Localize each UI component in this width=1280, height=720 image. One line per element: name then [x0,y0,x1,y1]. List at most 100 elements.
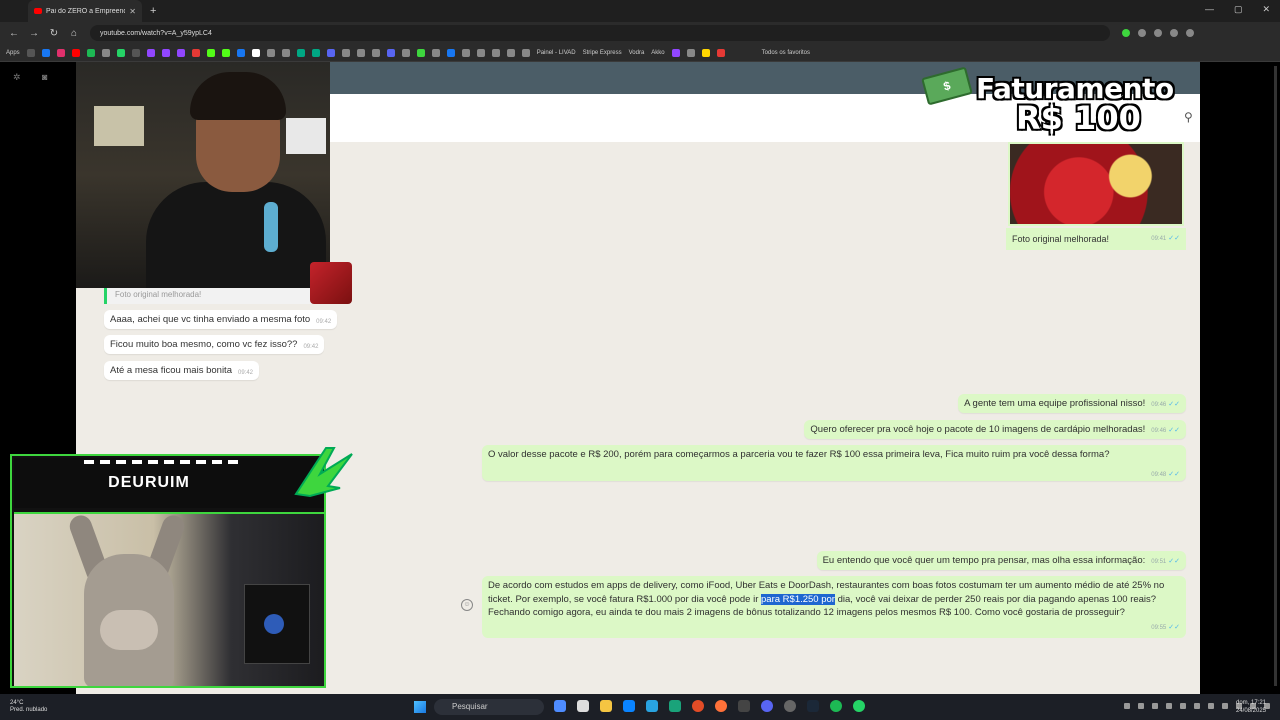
new-tab-button[interactable]: + [150,5,156,17]
bookmark-painel[interactable]: Painel - LIVAD [537,50,576,56]
bookmark-vodra[interactable]: Vodra [629,50,645,56]
tray-icon[interactable] [1194,703,1200,709]
bookmark-icon[interactable] [206,48,215,57]
taskbar-clock[interactable]: dom, 17:21 24/08/2025 [1236,699,1266,715]
app-icon[interactable] [646,700,658,712]
bookmark-icon[interactable] [491,48,500,57]
bookmark-icon[interactable] [101,48,110,57]
bookmark-icon[interactable] [416,48,425,57]
bookmark-icon[interactable] [56,48,65,57]
tray-icon[interactable] [1180,703,1186,709]
app-icon[interactable] [784,700,796,712]
close-tab-icon[interactable]: ✕ [129,7,136,16]
bookmark-icon[interactable] [296,48,305,57]
search-icon[interactable]: ⚲ [1184,110,1193,124]
taskbar-search-input[interactable]: Pesquisar [434,699,544,715]
bookmark-icon[interactable] [461,48,470,57]
bookmark-icon[interactable] [386,48,395,57]
tray-icon[interactable] [1222,703,1228,709]
app-icon[interactable] [577,700,589,712]
bookmark-icon[interactable] [266,48,275,57]
bookmark-icon[interactable] [686,48,695,57]
bookmark-icon[interactable] [401,48,410,57]
bookmark-icon[interactable] [476,48,485,57]
bookmark-icon[interactable] [41,48,50,57]
edge-icon[interactable] [669,700,681,712]
bookmark-icon[interactable] [191,48,200,57]
bookmark-akko[interactable]: Akko [651,50,664,56]
extension-icon[interactable] [1154,29,1162,37]
bookmark-icon[interactable] [701,48,710,57]
reload-icon[interactable]: ↻ [48,28,60,39]
bookmark-all[interactable]: Todos os favoritos [762,50,810,56]
maximize-icon[interactable]: ▢ [1234,4,1243,15]
discord-icon[interactable] [761,700,773,712]
incoming-message: Ficou muito boa mesmo, como vc fez isso?… [104,335,325,354]
selected-text[interactable]: para R$1.250 por [761,593,835,605]
bookmark-icon[interactable] [236,48,245,57]
bookmark-icon[interactable] [446,48,455,57]
extension-icon[interactable] [1138,29,1146,37]
extension-icon[interactable] [1122,29,1130,37]
browser-tab[interactable]: Pai do ZERO a Empreended ✕ [28,0,142,22]
message-text: Foto original melhorada! [1012,234,1110,244]
chrome-icon[interactable] [692,700,704,712]
emoji-reaction-icon[interactable]: ☺ [461,599,473,611]
bookmark-icon[interactable] [506,48,515,57]
bookmark-icon[interactable] [86,48,95,57]
bookmark-icon[interactable] [131,48,140,57]
bookmark-icon[interactable] [251,48,260,57]
bookmark-icon[interactable] [716,48,725,57]
weather-widget[interactable]: 24°C Pred. nublado [10,700,47,714]
start-icon[interactable] [414,701,426,713]
photo-thumbnail[interactable] [310,262,352,304]
bookmark-icon[interactable] [281,48,290,57]
bookmark-icon[interactable] [326,48,335,57]
home-icon[interactable]: ⌂ [68,28,80,39]
bookmark-icon[interactable] [176,48,185,57]
person-hair [190,72,286,120]
bookmark-icon[interactable] [26,48,35,57]
bookmark-icon[interactable] [311,48,320,57]
folder-icon[interactable] [600,700,612,712]
app-icon[interactable] [623,700,635,712]
streamer-frame: DEURUIM [10,454,326,688]
tray-icon[interactable] [1138,703,1144,709]
bookmark-icon[interactable] [341,48,350,57]
extension-icon[interactable] [1170,29,1178,37]
tray-icon[interactable] [1124,703,1130,709]
magic-icon[interactable]: ✲ [13,72,21,83]
forward-icon[interactable]: → [28,28,40,39]
app-icon[interactable] [554,700,566,712]
bookmark-stripe[interactable]: Stripe Express [583,50,622,56]
steam-icon[interactable] [807,700,819,712]
message-time: 09:42 [316,319,332,325]
bookmark-icon[interactable] [371,48,380,57]
tray-icon[interactable] [1166,703,1172,709]
bookmark-icon[interactable] [146,48,155,57]
firefox-icon[interactable] [715,700,727,712]
whatsapp-icon[interactable] [853,700,865,712]
close-window-icon[interactable]: ✕ [1262,4,1270,15]
bookmark-icon[interactable] [671,48,680,57]
bookmark-icon[interactable] [161,48,170,57]
spotify-icon[interactable] [830,700,842,712]
bookmark-icon[interactable] [116,48,125,57]
photo-message-image[interactable] [1008,142,1184,226]
url-input[interactable]: youtube.com/watch?v=A_y59ypLC4 [90,25,1110,41]
bookmark-icon[interactable] [521,48,530,57]
app-icon[interactable] [738,700,750,712]
back-icon[interactable]: ← [8,28,20,39]
tray-icon[interactable] [1208,703,1214,709]
profile-icon[interactable] [1186,29,1194,37]
bookmark-apps[interactable]: Apps [6,50,20,56]
window-controls: — ▢ ✕ [1205,4,1270,15]
bookmark-icon[interactable] [431,48,440,57]
bookmark-icon[interactable] [71,48,80,57]
bookmark-icon[interactable] [356,48,365,57]
scrollbar[interactable] [1274,66,1277,686]
bookmark-icon[interactable] [221,48,230,57]
tray-icon[interactable] [1152,703,1158,709]
minimize-icon[interactable]: — [1205,4,1214,15]
camera-icon[interactable]: ◙ [42,72,47,82]
